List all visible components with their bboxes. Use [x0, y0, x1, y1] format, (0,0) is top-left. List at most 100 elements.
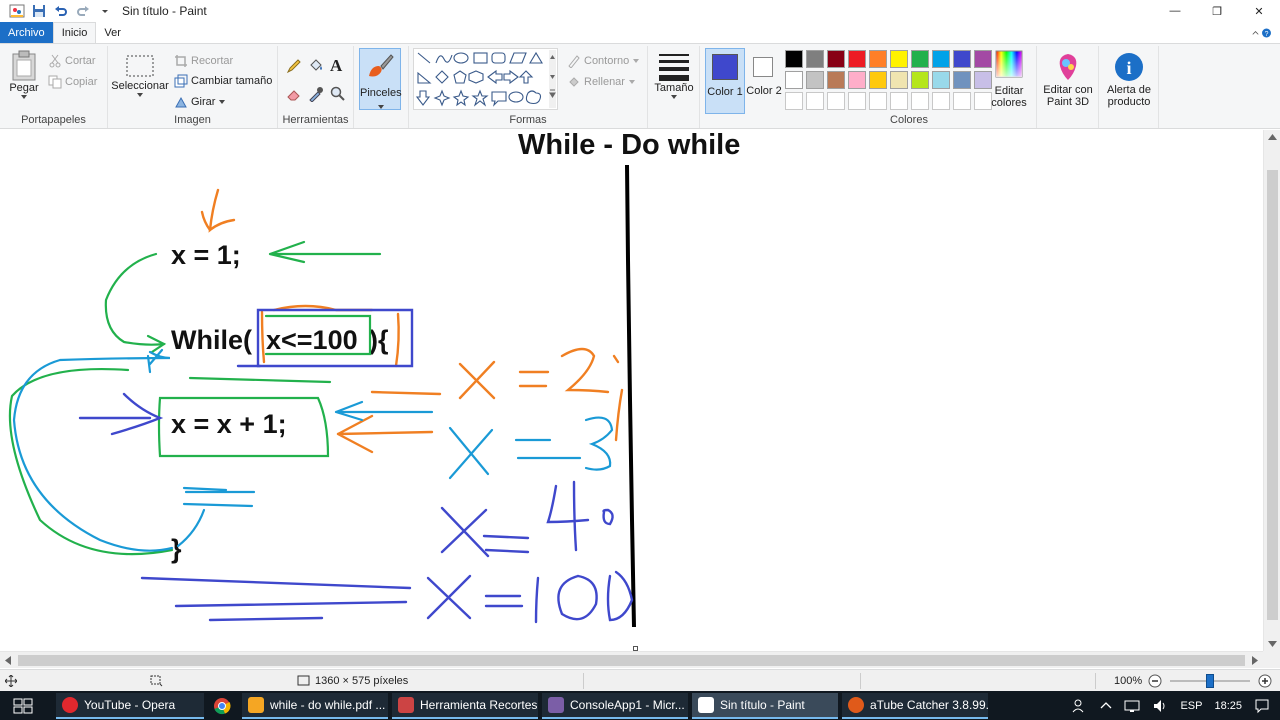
ribbon: Pegar Cortar Copiar Portapapeles Selecci… — [0, 43, 1280, 129]
size-button[interactable]: Tamaño — [654, 52, 694, 100]
pencil-icon[interactable] — [286, 58, 302, 77]
tab-view[interactable]: Ver — [96, 22, 129, 43]
brushes-label: Pinceles — [360, 87, 402, 99]
taskbar-item-visualstudio[interactable]: ConsoleApp1 - Micr... — [542, 693, 688, 719]
code-line-increment: x = x + 1; — [171, 409, 287, 439]
scroll-down-icon[interactable] — [1268, 641, 1277, 647]
canvas-drawing: While - Do while x = 1; While( x<=100 ){… — [8, 130, 740, 628]
magnifier-icon[interactable] — [330, 86, 346, 105]
taskbar-item-chrome[interactable] — [208, 693, 236, 719]
group-alert: i Alerta de producto — [1099, 46, 1159, 128]
fill-button[interactable]: Rellenar — [567, 75, 636, 89]
taskbar-item-snipping[interactable]: Herramienta Recortes — [392, 693, 538, 719]
language-indicator[interactable]: ESP — [1180, 700, 1202, 712]
line-size-icon — [659, 54, 689, 81]
task-view-button[interactable] — [0, 691, 46, 720]
group-paint3d: Editar con Paint 3D — [1037, 46, 1099, 128]
zoom-slider[interactable] — [1170, 674, 1250, 688]
svg-text:i: i — [1126, 58, 1131, 78]
copy-icon — [48, 75, 62, 89]
redo-icon[interactable] — [74, 2, 92, 20]
fill-bucket-icon[interactable] — [308, 58, 324, 77]
copy-button[interactable]: Copiar — [48, 75, 97, 89]
minimize-button[interactable]: — — [1154, 0, 1196, 22]
drawing-canvas[interactable]: While - Do while x = 1; While( x<=100 ){… — [0, 130, 1280, 651]
visual-studio-icon — [548, 697, 564, 713]
taskbar-item-pdf[interactable]: while - do while.pdf ... — [242, 693, 388, 719]
group-label-shapes: Formas — [509, 114, 547, 126]
tab-file[interactable]: Archivo — [0, 22, 53, 43]
taskbar-item-atube[interactable]: aTube Catcher 3.8.99... — [842, 693, 988, 719]
select-button[interactable]: Seleccionar — [111, 54, 169, 98]
outline-button[interactable]: Contorno — [567, 54, 640, 68]
resize-icon — [174, 74, 188, 88]
svg-text:?: ? — [1265, 31, 1269, 38]
clipboard-icon — [12, 50, 36, 81]
taskbar: YouTube - Opera while - do while.pdf ...… — [0, 691, 1280, 720]
clock[interactable]: 18:25 — [1214, 700, 1242, 712]
paint3d-icon — [1059, 54, 1077, 80]
snipping-tool-icon — [398, 697, 414, 713]
color2-swatch — [753, 57, 773, 77]
paste-button[interactable]: Pegar — [6, 50, 42, 100]
group-colors: Colores — [782, 46, 1037, 128]
code-while-keyword: While( — [171, 325, 252, 355]
zoom-out-icon[interactable] — [1148, 674, 1162, 688]
group-label-colors: Colores — [890, 114, 928, 126]
color2-button[interactable]: Color 2 — [746, 48, 782, 114]
cursor-position-icon — [5, 675, 17, 687]
code-while-open: ){ — [369, 325, 389, 355]
crop-button[interactable]: Recortar — [174, 54, 233, 68]
tray-overflow-icon[interactable] — [1100, 700, 1112, 712]
color2-label: Color 2 — [746, 85, 782, 97]
scroll-right-icon[interactable] — [1252, 656, 1258, 665]
close-button[interactable]: ✕ — [1238, 0, 1280, 22]
selection-icon — [126, 55, 154, 77]
code-line-init: x = 1; — [171, 240, 241, 270]
fill-icon — [569, 77, 579, 87]
help-icon[interactable]: ? — [1250, 24, 1272, 42]
tab-home[interactable]: Inicio — [52, 22, 97, 43]
divider-line — [625, 164, 636, 628]
volume-icon[interactable] — [1152, 698, 1168, 714]
zoom-level: 100% — [1114, 675, 1143, 687]
maximize-button[interactable]: ❐ — [1196, 0, 1238, 22]
color1-button[interactable]: Color 1 — [705, 48, 745, 114]
horizontal-scrollbar[interactable] — [0, 651, 1263, 668]
paint-app-icon[interactable] — [8, 2, 26, 20]
cut-button[interactable]: Cortar — [48, 54, 96, 68]
rotate-button[interactable]: Girar — [174, 95, 226, 109]
taskbar-item-paint[interactable]: Sin título - Paint — [692, 693, 838, 719]
notifications-icon[interactable] — [1254, 698, 1270, 714]
save-icon[interactable] — [30, 2, 48, 20]
scroll-up-icon[interactable] — [1268, 134, 1277, 140]
color-picker-icon[interactable] — [308, 86, 324, 105]
paint-window: Sin título - Paint — ❐ ✕ Archivo Inicio … — [0, 0, 1280, 720]
customize-toolbar-icon[interactable] — [96, 2, 114, 20]
status-bar: 1360 × 575 píxeles 100% — [0, 669, 1280, 691]
shapes-icons — [415, 50, 556, 108]
group-label-tools: Herramientas — [282, 114, 349, 126]
image-size-icon — [297, 675, 310, 686]
eraser-icon[interactable] — [286, 86, 302, 105]
cyan-annotations — [12, 348, 614, 552]
vertical-scrollbar[interactable] — [1263, 130, 1280, 651]
zoom-in-icon[interactable] — [1258, 674, 1272, 688]
product-alert-button[interactable]: i Alerta de producto — [1101, 52, 1157, 108]
undo-icon[interactable] — [52, 2, 70, 20]
vertical-scroll-thumb[interactable] — [1267, 170, 1278, 620]
resize-button[interactable]: Cambiar tamaño — [174, 74, 272, 88]
network-icon[interactable] — [1124, 698, 1140, 714]
taskbar-item-opera[interactable]: YouTube - Opera — [56, 693, 204, 719]
horizontal-scroll-thumb[interactable] — [18, 655, 1245, 666]
shapes-gallery[interactable] — [413, 48, 558, 110]
group-image: Seleccionar Recortar Cambiar tamaño Gira… — [108, 46, 278, 128]
zoom-slider-thumb[interactable] — [1206, 674, 1214, 688]
outline-icon — [568, 55, 580, 68]
edit-paint3d-button[interactable]: Editar con Paint 3D — [1039, 52, 1097, 108]
text-tool-icon[interactable]: A — [330, 56, 342, 76]
scroll-left-icon[interactable] — [5, 656, 11, 665]
people-icon[interactable] — [1072, 698, 1088, 714]
rotate-icon — [175, 96, 187, 108]
brushes-button[interactable]: Pinceles — [359, 48, 402, 110]
